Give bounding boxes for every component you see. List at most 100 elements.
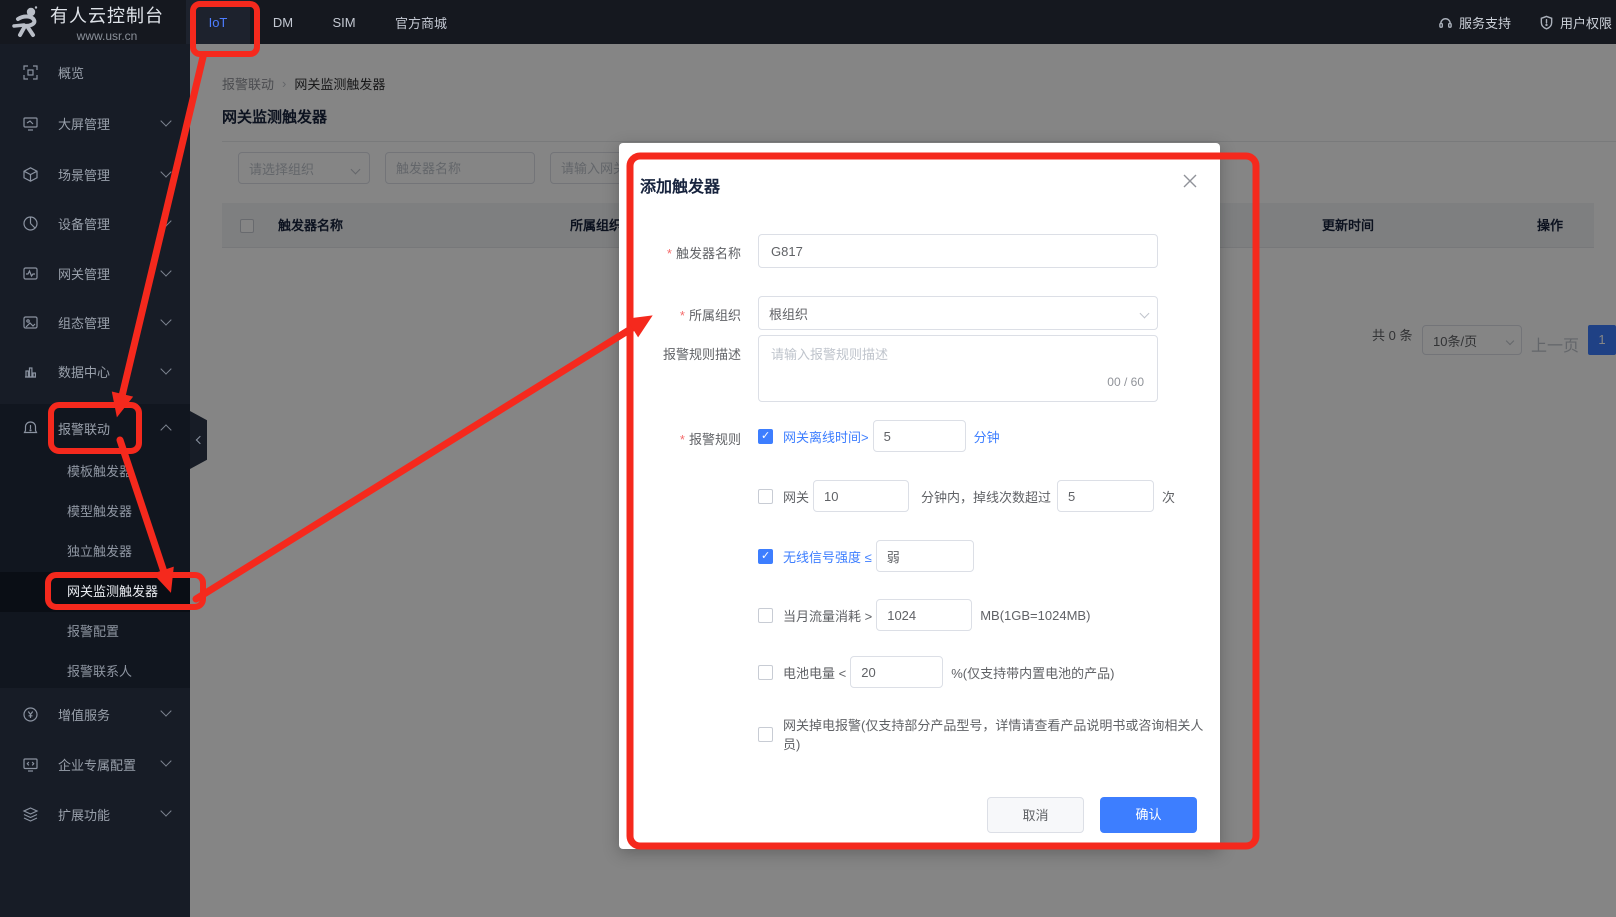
char-counter: 00 / 60 xyxy=(758,375,1144,389)
rule-unit: 次 xyxy=(1162,487,1175,506)
headset-icon xyxy=(1438,15,1453,30)
chevron-down-icon xyxy=(1140,309,1150,319)
offline-minutes-input[interactable] xyxy=(873,420,966,452)
sidebar-item-alarm-linkage[interactable]: 报警联动 xyxy=(0,404,190,452)
sidebar-collapse-handle[interactable] xyxy=(190,411,207,469)
rule-label: 无线信号强度 ≤ xyxy=(783,547,872,566)
alarm-rules-label: 报警规则 xyxy=(619,429,741,448)
top-navbar: 有人云控制台 www.usr.cn IoT DM SIM 官方商城 服务支持 xyxy=(0,0,1616,44)
shield-icon xyxy=(1539,15,1554,30)
trigger-name-input[interactable] xyxy=(758,234,1158,268)
drop-window-minutes-input[interactable] xyxy=(813,480,909,512)
subitem-label: 模型触发器 xyxy=(67,504,132,519)
service-support[interactable]: 服务支持 xyxy=(1438,13,1511,32)
rule-label: 当月流量消耗 > xyxy=(783,606,872,625)
brand-title: 有人云控制台 xyxy=(50,2,164,28)
signal-strength-checkbox[interactable] xyxy=(758,549,773,564)
rule-row-drop-count: 网关 分钟内，掉线次数超过 次 xyxy=(758,479,1175,513)
drop-count-input[interactable] xyxy=(1057,480,1154,512)
rule-row-power-loss: 网关掉电报警(仅支持部分产品型号，详情请查看产品说明书或咨询相关人员) xyxy=(758,717,1220,751)
sidebar-item-scene[interactable]: 场景管理 xyxy=(0,150,190,199)
chevron-down-icon xyxy=(160,805,171,816)
sidebar-item-scada[interactable]: 组态管理 xyxy=(0,298,190,347)
sidebar-subitem-gateway-monitor-trigger[interactable]: 网关监测触发器 xyxy=(0,572,190,612)
brand-logo[interactable]: 有人云控制台 www.usr.cn xyxy=(10,0,164,44)
rule-label: 电池电量 < xyxy=(783,663,846,682)
rule-label: 网关 xyxy=(783,487,809,506)
sidebar-item-enterprise-config[interactable]: 企业专属配置 xyxy=(0,739,190,789)
battery-checkbox[interactable] xyxy=(758,665,773,680)
sidebar-item-label: 报警联动 xyxy=(58,419,110,438)
brand-subtitle: www.usr.cn xyxy=(50,29,164,43)
user-permission[interactable]: 用户权限 xyxy=(1539,13,1612,32)
org-select-value: 根组织 xyxy=(769,304,808,323)
alarm-icon xyxy=(22,420,39,437)
tab-sim[interactable]: SIM xyxy=(316,0,372,44)
tab-dm[interactable]: DM xyxy=(255,0,311,44)
chevron-down-icon xyxy=(160,755,171,766)
subitem-label: 独立触发器 xyxy=(67,544,132,559)
rule-desc-label: 报警规则描述 xyxy=(619,344,741,363)
gateway-icon xyxy=(22,265,39,282)
sidebar-item-device[interactable]: 设备管理 xyxy=(0,199,190,248)
rule-unit: MB(1GB=1024MB) xyxy=(980,608,1090,623)
sidebar-item-value-added[interactable]: 增值服务 xyxy=(0,689,190,739)
chevron-down-icon xyxy=(160,265,171,276)
usr-mascot-icon xyxy=(10,5,44,39)
sidebar-subitem-model-trigger[interactable]: 模型触发器 xyxy=(0,492,190,532)
confirm-button[interactable]: 确认 xyxy=(1100,797,1197,833)
rule-row-offline-time: 网关离线时间> 分钟 xyxy=(758,419,1000,453)
sidebar-item-label: 扩展功能 xyxy=(58,805,110,824)
power-loss-checkbox[interactable] xyxy=(758,727,773,742)
add-trigger-dialog: 添加触发器 触发器名称 所属组织 根组织 报警规则描述 00 / 60 报警规则… xyxy=(619,143,1220,849)
scene-icon xyxy=(22,166,39,183)
rule-row-battery: 电池电量 < %(仅支持带内置电池的产品) xyxy=(758,655,1114,689)
sidebar-item-label: 组态管理 xyxy=(58,313,110,332)
offline-time-checkbox[interactable] xyxy=(758,429,773,444)
sidebar-item-label: 设备管理 xyxy=(58,214,110,233)
drop-count-checkbox[interactable] xyxy=(758,489,773,504)
sidebar: 概览 大屏管理 场景管理 设备管理 网关管理 组态管理 数据中心 xyxy=(0,44,190,917)
tab-iot[interactable]: IoT xyxy=(186,0,250,44)
tab-official-mall[interactable]: 官方商城 xyxy=(380,0,462,44)
chevron-up-icon xyxy=(160,424,171,435)
chevron-down-icon xyxy=(160,705,171,716)
app-root: 报警联动 › 网关监测触发器 网关监测触发器 请选择组织 触发器名称 所属组织 … xyxy=(0,0,1616,917)
sidebar-item-gateway[interactable]: 网关管理 xyxy=(0,249,190,298)
scada-icon xyxy=(22,314,39,331)
sidebar-subitem-alarm-config[interactable]: 报警配置 xyxy=(0,612,190,652)
subitem-label: 网关监测触发器 xyxy=(67,584,158,599)
chevron-down-icon xyxy=(160,166,171,177)
sidebar-item-datacenter[interactable]: 数据中心 xyxy=(0,347,190,396)
service-support-label: 服务支持 xyxy=(1459,13,1511,32)
enterprise-icon xyxy=(22,756,39,773)
rule-label: 网关掉电报警(仅支持部分产品型号，详情请查看产品说明书或咨询相关人员) xyxy=(783,715,1216,753)
data-usage-checkbox[interactable] xyxy=(758,608,773,623)
sidebar-item-overview[interactable]: 概览 xyxy=(0,48,190,97)
device-icon xyxy=(22,215,39,232)
sidebar-item-label: 数据中心 xyxy=(58,362,110,381)
data-usage-input[interactable] xyxy=(876,599,972,631)
data-icon xyxy=(22,363,39,380)
sidebar-subitem-template-trigger[interactable]: 模板触发器 xyxy=(0,452,190,492)
sidebar-item-label: 网关管理 xyxy=(58,264,110,283)
chevron-down-icon xyxy=(160,115,171,126)
overview-icon xyxy=(22,64,39,81)
sidebar-alarm-group: 报警联动 模板触发器 模型触发器 独立触发器 网关监测触发器 报警配置 报警联系… xyxy=(0,404,190,688)
chevron-down-icon xyxy=(160,215,171,226)
battery-input[interactable] xyxy=(850,656,943,688)
signal-strength-select[interactable]: 弱 xyxy=(876,540,974,572)
dialog-close-button[interactable] xyxy=(1182,173,1198,189)
subitem-label: 报警配置 xyxy=(67,624,119,639)
org-label: 所属组织 xyxy=(619,305,741,324)
rule-unit: %(仅支持带内置电池的产品) xyxy=(951,663,1114,682)
cancel-button[interactable]: 取消 xyxy=(987,797,1084,833)
chevron-down-icon xyxy=(160,314,171,325)
rule-unit: 分钟 xyxy=(974,427,1000,446)
rule-desc-textarea[interactable] xyxy=(758,335,1158,402)
sidebar-subitem-alarm-contacts[interactable]: 报警联系人 xyxy=(0,652,190,692)
org-select[interactable]: 根组织 xyxy=(758,296,1158,330)
sidebar-subitem-independent-trigger[interactable]: 独立触发器 xyxy=(0,532,190,572)
sidebar-item-extension[interactable]: 扩展功能 xyxy=(0,789,190,839)
sidebar-item-bigscreen[interactable]: 大屏管理 xyxy=(0,99,190,148)
